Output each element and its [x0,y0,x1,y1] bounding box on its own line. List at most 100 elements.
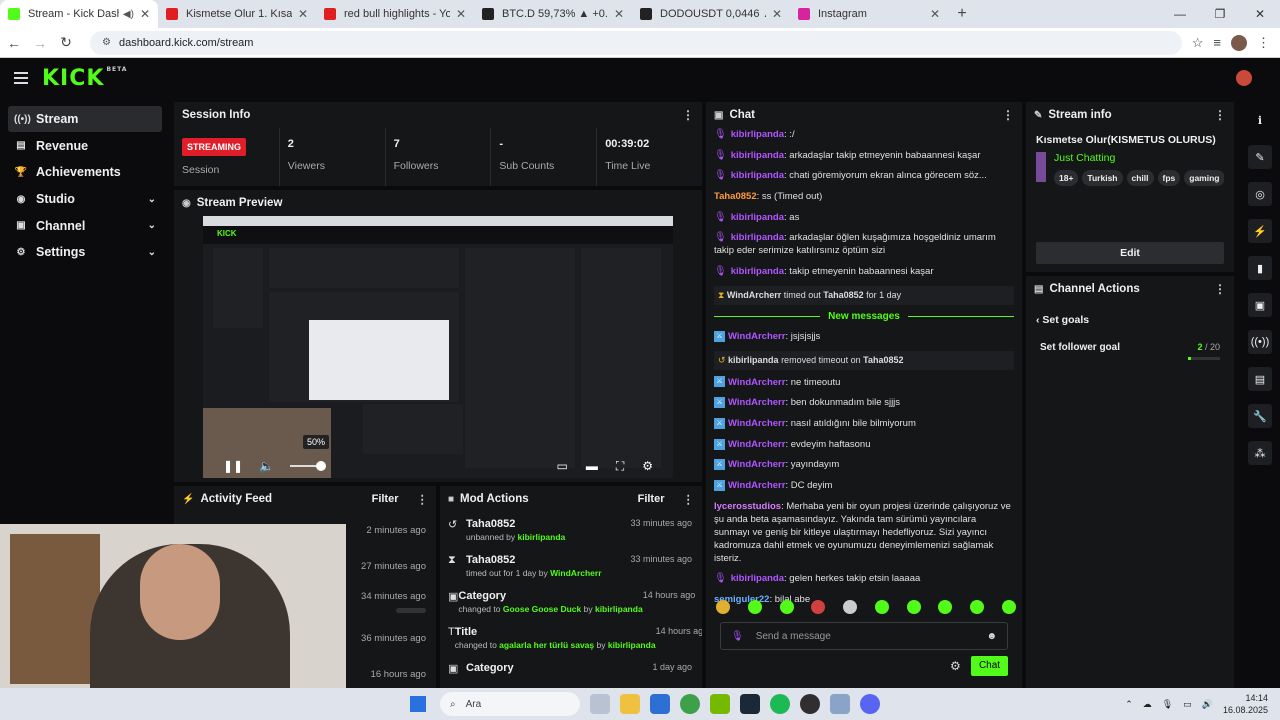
panel-icon[interactable]: ▤ [1248,367,1272,391]
chat-message[interactable]: 🎙 kibirlipanda: arkadaşlar takip etmeyeni… [714,149,1014,162]
list-item[interactable]: ▣ Category changed to Goose Goose Duck by … [440,584,702,620]
store-icon[interactable] [650,694,670,714]
tag-chip[interactable]: fps [1157,170,1181,186]
chat-message[interactable]: 🎙 kibirlipanda: as [714,211,1014,224]
minimize-button[interactable]: — [1160,0,1200,28]
book-icon[interactable]: ▮ [1248,256,1272,280]
browser-menu-icon[interactable]: ⋮ [1257,35,1270,51]
spotify-icon[interactable] [770,694,790,714]
sidebar-item-stream[interactable]: ((•)) Stream [8,106,162,132]
emote-icon[interactable] [811,600,826,614]
chat-send-button[interactable]: Chat [971,656,1008,676]
chat-message[interactable]: 🎙 kibirlipanda: takip etmeyenin babaannes… [714,265,1014,278]
list-item[interactable]: ⧗ Taha0852 timed out for 1 day by WindArch… [440,548,702,584]
chat-message[interactable]: lycerosstudios: Merhaba yeni bir oyun pr… [714,500,1014,565]
chat-username[interactable]: WindArcherr [728,377,785,388]
chat-message[interactable]: ⚔ WindArcherr: yayındayım [714,458,1014,471]
tab-close-icon[interactable]: ✕ [614,7,624,21]
emote-icon[interactable] [747,600,762,614]
wrench-icon[interactable]: 🔧 [1248,404,1272,428]
sidebar-item-settings[interactable]: ⚙ Settings ⌄ [8,239,162,265]
browser-tab[interactable]: DODOUSDT 0,0446 ▲ +1.83% / ✕ [632,0,790,28]
info-icon[interactable]: ℹ [1248,108,1272,132]
chat-username[interactable]: kibirlipanda [731,150,784,161]
sidebar-item-achievements[interactable]: 🏆 Achievements [8,159,162,185]
network-icon[interactable]: ☁ [1143,699,1152,710]
site-info-icon[interactable]: ⚙ [102,37,111,48]
mod-filter-button[interactable]: Filter [638,493,665,505]
browser-tab[interactable]: Instagram ✕ [790,0,948,28]
chat-message[interactable]: 🎙 kibirlipanda: chati göremiyorum ekran a… [714,169,1014,182]
chat-username[interactable]: kibirlipanda [731,232,784,243]
taskbar-search[interactable]: ⌕ Ara [440,692,580,716]
chat-message[interactable]: 🎙 kibirlipanda: gelen herkes takip etsin … [714,572,1014,585]
emote-icon[interactable] [938,600,953,614]
profile-avatar[interactable] [1231,34,1247,51]
mic-tray-icon[interactable]: 🎙 [1162,699,1173,710]
tab-close-icon[interactable]: ✕ [456,7,466,21]
emote-icon[interactable] [716,600,730,614]
chat-icon[interactable]: ▣ [1248,293,1272,317]
chat-username[interactable]: kibirlipanda [731,129,784,140]
chat-message[interactable]: ⚔ WindArcherr: ben dokunmadım bile sjjjs [714,396,1014,409]
pencil-icon[interactable]: ✎ [1248,145,1272,169]
steam-icon[interactable] [740,694,760,714]
chrome-icon[interactable] [680,694,700,714]
chat-username[interactable]: Taha0852 [714,191,757,202]
task-view-icon[interactable] [590,694,610,714]
emote-icon[interactable] [1001,600,1016,614]
chat-message[interactable]: ⚔ WindArcherr: ne timeoutu [714,376,1014,389]
close-window-button[interactable]: ✕ [1240,0,1280,28]
tag-chip[interactable]: chill [1126,170,1154,186]
tag-chip[interactable]: 18+ [1054,170,1079,186]
browser-tab[interactable]: Kismetse Olur 1. Kısa Bölüm - Y ✕ [158,0,316,28]
emote-icon[interactable] [779,600,794,614]
chat-message[interactable]: 🎙 kibirlipanda: :/ [714,128,1014,141]
tab-close-icon[interactable]: ✕ [140,7,150,21]
speaker-icon[interactable]: 🔊 [1202,699,1213,710]
list-item[interactable]: ↺ Taha0852 unbanned by kibirlipanda 33 minu… [440,512,702,548]
user-avatar[interactable] [1236,70,1252,86]
new-tab-button[interactable]: + [948,0,976,28]
tab-close-icon[interactable]: ✕ [930,7,940,21]
theater-icon[interactable]: ▬ [586,459,598,474]
chat-message[interactable]: 🎙 kibirlipanda: arkadaşlar öğlen kuşağımı… [714,231,1014,257]
activity-filter-button[interactable]: Filter [372,493,399,505]
sidebar-item-channel[interactable]: ▣ Channel ⌄ [8,213,162,239]
tag-chip[interactable]: Turkish [1082,170,1123,186]
pip-icon[interactable]: ▭ [556,459,567,474]
apps-icon[interactable]: ⁂ [1248,441,1272,465]
pause-icon[interactable]: ❚❚ [223,459,243,473]
chat-input[interactable]: 🎙 Send a message ☻ [720,622,1008,650]
emote-icon[interactable] [970,600,985,614]
chat-message[interactable]: ⚔ WindArcherr: evdeyim haftasonu [714,438,1014,451]
file-explorer-icon[interactable] [620,694,640,714]
edit-button[interactable]: Edit [1036,242,1224,264]
chat-username[interactable]: WindArcherr [728,397,785,408]
more-options-icon[interactable]: ⋮ [1214,282,1226,296]
chat-username[interactable]: WindArcherr [728,459,785,470]
chat-message[interactable]: ⚔ WindArcherr: jsjsjsjjs [714,330,1014,343]
browser-tab[interactable]: Stream - Kick Dashboard ◀) ✕ [0,0,158,28]
maximize-button[interactable]: ❐ [1200,0,1240,28]
forward-button[interactable]: → [28,31,52,55]
follower-goal-row[interactable]: Set follower goal 2 / 20 [1026,326,1234,353]
volume-icon[interactable]: 🔈 [259,459,274,473]
more-options-icon[interactable]: ⋮ [683,492,695,506]
chat-username[interactable]: kibirlipanda [731,266,784,277]
url-field[interactable]: ⚙ dashboard.kick.com/stream [90,30,1182,55]
settings-gear-icon[interactable]: ⚙ [642,459,653,474]
kick-logo[interactable]: KICK BETA [42,66,127,91]
chat-message[interactable]: ⚔ WindArcherr: nasıl atıldığını bile bilm… [714,417,1014,430]
more-options-icon[interactable]: ⋮ [1002,108,1014,122]
windows-start-icon[interactable] [410,696,426,712]
more-options-icon[interactable]: ⋮ [417,492,429,506]
obs-icon[interactable] [800,694,820,714]
list-item[interactable]: ▣ Category 1 day ago [440,656,702,688]
nvidia-icon[interactable] [710,694,730,714]
chat-username[interactable]: WindArcherr [728,439,785,450]
emote-icon[interactable] [906,600,921,614]
video-player[interactable]: KICK 50% ❚❚ 🔈 ▭ ▬ ⛶ ⚙ [203,216,673,478]
chat-username[interactable]: WindArcherr [728,331,785,342]
emote-icon[interactable] [874,600,889,614]
